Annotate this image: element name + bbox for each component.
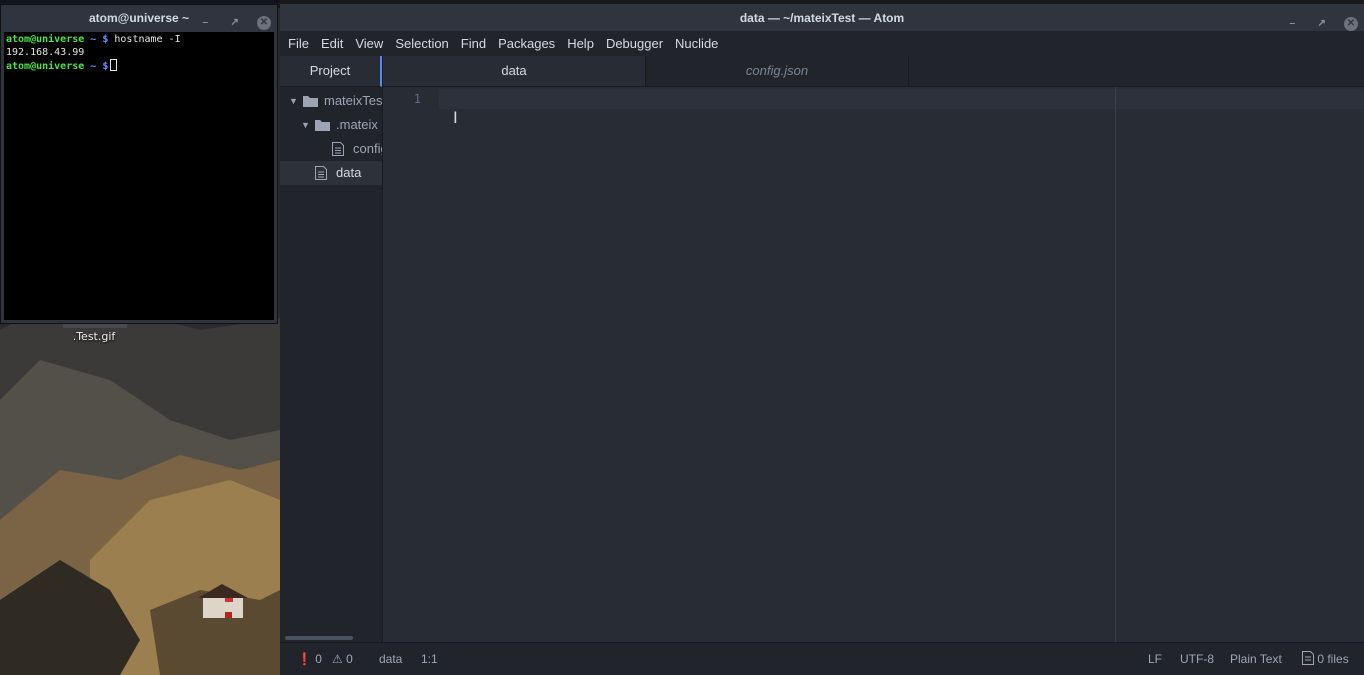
git-files-status[interactable]: 0 files: [1302, 643, 1349, 675]
tab-config-json[interactable]: config.json: [646, 56, 909, 86]
terminal-titlebar[interactable]: atom@universe ~ – ↗ ✕: [1, 5, 277, 30]
menu-help[interactable]: Help: [561, 36, 600, 51]
error-count-value: 0: [315, 652, 322, 666]
tab-data[interactable]: data: [383, 56, 646, 86]
chevron-down-icon: ▼: [301, 120, 310, 130]
folder-icon: [303, 96, 318, 107]
close-icon[interactable]: ✕: [1344, 16, 1358, 31]
menu-debugger[interactable]: Debugger: [600, 36, 669, 51]
menu-selection[interactable]: Selection: [389, 36, 454, 51]
terminal-line: atom@universe ~ $ hostname -I: [6, 33, 272, 46]
tree-item-label: mateixTest: [324, 93, 382, 108]
text-cursor-icon: Ⅰ: [453, 108, 458, 127]
tree-item-label: data: [336, 165, 362, 180]
atom-titlebar[interactable]: data — ~/mateixTest — Atom – ↗ ✕: [280, 4, 1364, 31]
atom-window: data — ~/mateixTest — Atom – ↗ ✕ File Ed…: [280, 4, 1364, 675]
menu-find[interactable]: Find: [455, 36, 492, 51]
menu-nuclide[interactable]: Nuclide: [669, 36, 724, 51]
chevron-down-icon: ▼: [289, 96, 298, 106]
warning-count-value: 0: [346, 652, 353, 666]
terminal-line: atom@universe ~ $: [6, 59, 272, 73]
maximize-icon[interactable]: ↗: [1315, 17, 1329, 31]
tree-horizontal-scrollbar[interactable]: [285, 636, 353, 640]
files-count: 0 files: [1317, 652, 1349, 666]
grammar-selector[interactable]: Plain Text: [1230, 643, 1282, 675]
file-text-icon: [332, 142, 344, 156]
terminal-line: 192.168.43.99: [6, 46, 272, 59]
prompt-user: atom@universe: [6, 61, 85, 72]
menu-bar: File Edit View Selection Find Packages H…: [280, 31, 1364, 56]
file-diff-icon: [1302, 651, 1314, 665]
terminal-output[interactable]: atom@universe ~ $ hostname -I 192.168.43…: [4, 32, 274, 320]
menu-file[interactable]: File: [282, 36, 315, 51]
tree-item-mateixtest[interactable]: ▼ mateixTest: [280, 89, 382, 113]
cursor-position[interactable]: 1:1: [421, 643, 438, 675]
desktop-file-label[interactable]: .Test.gif: [60, 330, 128, 343]
text-editor[interactable]: 1 Ⅰ: [383, 87, 1364, 643]
status-file-name[interactable]: data: [379, 643, 402, 675]
terminal-output-text: 192.168.43.99: [6, 47, 85, 58]
tab-bar: data config.json: [383, 56, 1364, 87]
editor-pane: data config.json 1 Ⅰ: [383, 56, 1364, 643]
error-icon: ❗: [297, 652, 312, 666]
close-icon[interactable]: ✕: [257, 15, 271, 30]
minimize-icon[interactable]: –: [198, 16, 212, 30]
warning-count[interactable]: ⚠ 0: [332, 643, 353, 675]
tree-item-label: .mateix: [336, 117, 378, 132]
line-ending-selector[interactable]: LF: [1148, 643, 1162, 675]
tree-item-mateix-folder[interactable]: ▼ .mateix: [280, 113, 382, 137]
prompt-path: ~ $: [84, 61, 109, 72]
wrap-guide: [1115, 87, 1116, 643]
atom-window-title: data — ~/mateixTest — Atom: [739, 11, 905, 25]
menu-edit[interactable]: Edit: [315, 36, 349, 51]
folder-icon: [315, 120, 330, 131]
tree-view: Project ▼ mateixTest ▼ .mateix config.js…: [280, 56, 383, 643]
prompt-path: ~ $: [84, 34, 109, 45]
menu-view[interactable]: View: [349, 36, 389, 51]
terminal-cursor: [110, 59, 118, 71]
prompt-user: atom@universe: [6, 34, 85, 45]
maximize-icon[interactable]: ↗: [228, 16, 242, 30]
menu-packages[interactable]: Packages: [492, 36, 561, 51]
minimize-icon[interactable]: –: [1285, 17, 1299, 31]
warning-icon: ⚠: [332, 652, 343, 666]
error-count[interactable]: ❗ 0: [297, 643, 322, 675]
encoding-selector[interactable]: UTF-8: [1180, 643, 1214, 675]
tree-item-data[interactable]: data: [280, 161, 382, 185]
terminal-command: hostname -I: [108, 34, 181, 45]
workspace: Project ▼ mateixTest ▼ .mateix config.js…: [280, 56, 1364, 643]
status-bar: ❗ 0 ⚠ 0 data 1:1 LF UTF-8 Plain Text 0 f…: [280, 642, 1364, 675]
cursor-line-highlight: [439, 89, 1364, 109]
terminal-window: atom@universe ~ – ↗ ✕ atom@universe ~ $ …: [0, 4, 278, 324]
tab-project[interactable]: Project: [280, 56, 382, 87]
tree-item-config-json[interactable]: config.json: [280, 137, 382, 161]
tree-item-label: config.json: [353, 141, 382, 156]
file-text-icon: [315, 166, 327, 180]
terminal-title: atom@universe ~: [88, 11, 190, 25]
line-number: 1: [413, 92, 421, 106]
